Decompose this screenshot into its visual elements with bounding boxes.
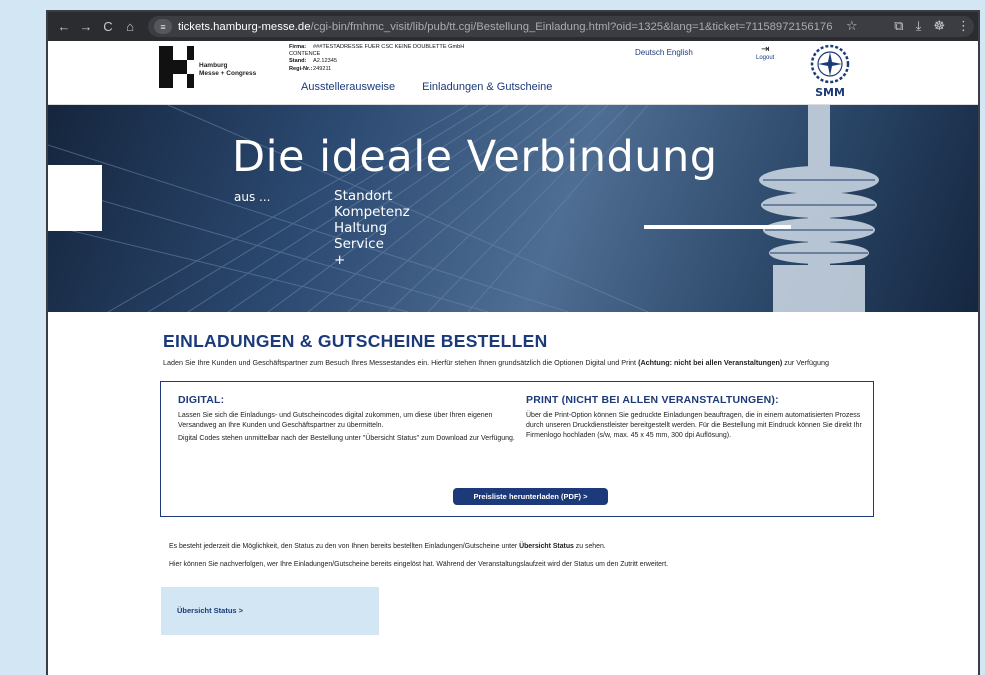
bookmark-star-icon[interactable]: ☆ [846,18,858,34]
logout-icon: ⇥ [760,44,770,55]
logo-wordmark: Hamburg Messe + Congress [199,62,257,77]
hero-list-item: Standort [334,188,393,204]
reload-icon[interactable]: C [100,19,116,34]
extensions-icon[interactable]: ⧉ [894,18,903,34]
browser-window: ← → C ⌂ ≡ tickets.hamburg-messe.de/cgi-b… [46,10,980,675]
home-icon[interactable]: ⌂ [122,19,138,34]
forward-icon[interactable]: → [78,19,94,34]
intro-text: Laden Sie Ihre Kunden und Geschäftspartn… [163,358,829,367]
page-title: EINLADUNGEN & GUTSCHEINE BESTELLEN [163,331,548,351]
logout-button[interactable]: ⇥ Logout [756,44,774,62]
back-icon[interactable]: ← [56,19,72,34]
digital-section: DIGITAL: Lassen Sie sich die Einladungs-… [178,394,518,447]
nav-einladungen-gutscheine[interactable]: Einladungen & Gutscheine [422,81,552,93]
lang-deutsch[interactable]: Deutsch [635,48,664,57]
print-title: PRINT (NICHT BEI ALLEN VERANSTALTUNGEN): [526,394,779,406]
smm-logo: SMM [810,43,850,103]
main-content: EINLADUNGEN & GUTSCHEINE BESTELLEN Laden… [48,312,978,635]
compass-wheel-icon [810,44,850,84]
hero-banner: Die ideale Verbindung aus ... Standort K… [48,105,978,312]
hero-white-block [48,165,102,231]
print-text: Über die Print-Option können Sie gedruck… [526,412,862,439]
print-section: PRINT (NICHT BEI ALLEN VERANSTALTUNGEN):… [526,394,866,444]
company-info: Firma: ###TESTADRESSE FUER CSC KEINE DOUB… [289,44,465,72]
hero-accent-bar [644,225,791,229]
lang-english[interactable]: English [667,48,693,57]
profile-icon[interactable]: ☸ [933,18,945,34]
status-overview-button[interactable]: Übersicht Status > [161,587,379,635]
hero-aus: aus ... [234,190,271,204]
main-nav: Ausstellerausweise Einladungen & Gutsche… [301,81,552,93]
language-switch: Deutsch English [635,48,693,57]
site-info-icon[interactable]: ≡ [154,19,172,34]
download-pricelist-button[interactable]: Preisliste herunterladen (PDF) > [453,488,608,505]
hero-list-item: Kompetenz [334,204,410,220]
digital-text-2: Digital Codes stehen unmittelbar nach de… [178,435,515,442]
hero-list-item: + [334,252,346,268]
hero-list-item: Service [334,236,384,252]
status-info: Es besteht jederzeit die Möglichkeit, de… [169,543,669,568]
digital-text-1: Lassen Sie sich die Einladungs- und Guts… [178,412,493,429]
hero-list-item: Haltung [334,220,388,236]
nav-ausstellerausweise[interactable]: Ausstellerausweise [301,81,395,93]
options-box: DIGITAL: Lassen Sie sich die Einladungs-… [160,381,874,517]
browser-toolbar: ← → C ⌂ ≡ tickets.hamburg-messe.de/cgi-b… [48,12,978,41]
menu-icon[interactable]: ⋮ [957,18,970,34]
download-icon[interactable]: ⤓ [916,18,922,34]
digital-title: DIGITAL: [178,394,225,406]
hero-title: Die ideale Verbindung [232,132,718,182]
site-header: Hamburg Messe + Congress Firma: ###TESTAD… [48,41,978,105]
url-path: /cgi-bin/fmhmc_visit/lib/pub/tt.cgi/Best… [310,20,833,33]
url-host: tickets.hamburg-messe.de [178,20,311,33]
hero-list: Standort Kompetenz Haltung Service + [334,188,410,268]
